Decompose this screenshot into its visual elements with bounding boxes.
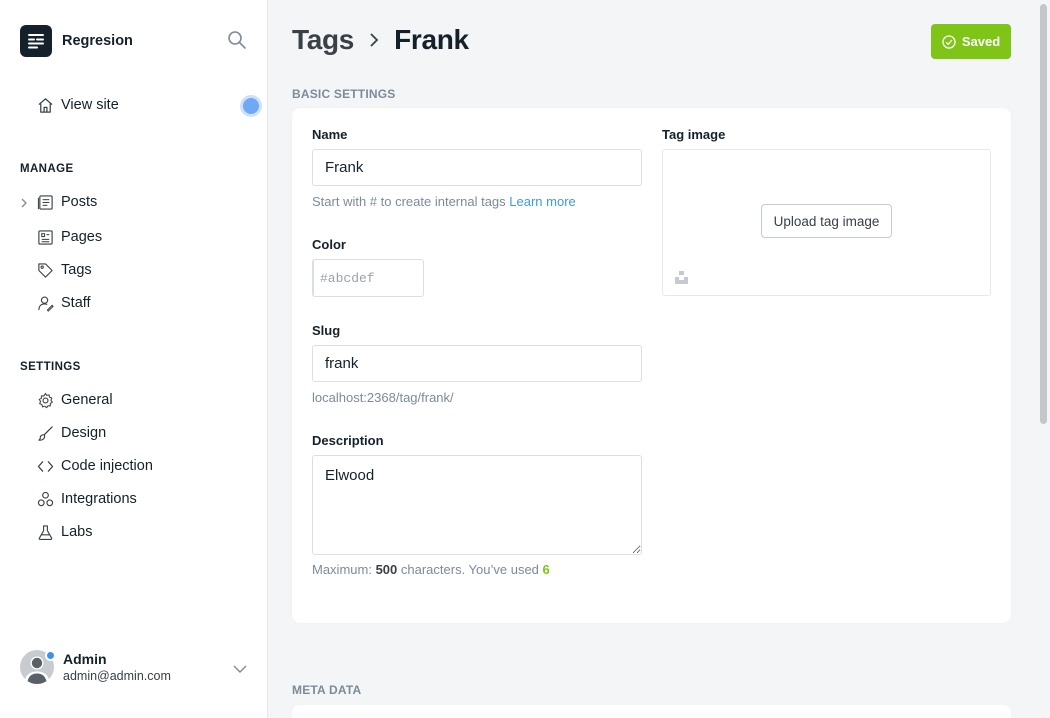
- sidebar: Regresion View site MANAGE Posts Pages T…: [0, 0, 268, 718]
- name-label: Name: [312, 127, 348, 142]
- brand-logo-icon: [20, 25, 52, 57]
- sidebar-item-code-injection[interactable]: Code injection: [36, 457, 153, 475]
- learn-more-link[interactable]: Learn more: [509, 194, 575, 209]
- view-site-label: View site: [61, 97, 119, 113]
- user-email: admin@admin.com: [63, 669, 171, 683]
- gear-icon: [36, 391, 54, 409]
- breadcrumb: Tags Frank: [292, 24, 469, 56]
- user-name: Admin: [63, 651, 107, 667]
- sidebar-item-label: Code injection: [61, 458, 153, 474]
- sidebar-item-staff[interactable]: Staff: [36, 294, 91, 312]
- user-menu[interactable]: Admin admin@admin.com: [20, 650, 171, 684]
- flask-icon: [36, 523, 54, 541]
- color-hex-input[interactable]: [314, 260, 488, 296]
- view-site-status-dot: [240, 95, 262, 117]
- settings-title: SETTINGS: [20, 361, 81, 373]
- color-label: Color: [312, 237, 346, 252]
- posts-expand-chevron-icon[interactable]: [19, 196, 29, 208]
- code-icon: [36, 457, 54, 475]
- main-content: Tags Frank Saved BASIC SETTINGS Name Sta…: [268, 0, 1036, 718]
- sidebar-item-pages[interactable]: Pages: [36, 228, 102, 246]
- view-site-link[interactable]: View site: [36, 96, 119, 114]
- chevron-right-icon: [366, 29, 382, 51]
- basic-settings-title: BASIC SETTINGS: [292, 87, 396, 101]
- brush-icon: [36, 424, 54, 442]
- slug-url: localhost:2368/tag/frank/: [312, 390, 454, 405]
- posts-icon: [36, 193, 54, 211]
- sidebar-item-label: Integrations: [61, 491, 137, 507]
- tag-icon: [36, 261, 54, 279]
- chevron-down-icon[interactable]: [232, 662, 248, 674]
- scrollbar[interactable]: [1036, 0, 1050, 718]
- name-input[interactable]: [312, 149, 642, 186]
- desc-max: 500: [375, 562, 398, 577]
- name-hint: Start with # to create internal tags Lea…: [312, 194, 576, 209]
- slug-label: Slug: [312, 323, 341, 338]
- meta-data-card: [292, 705, 1011, 718]
- notification-dot: [45, 650, 56, 661]
- home-icon: [36, 96, 54, 114]
- unsplash-icon[interactable]: [675, 271, 688, 284]
- meta-data-title: META DATA: [292, 683, 362, 697]
- scrollbar-thumb[interactable]: [1040, 4, 1047, 424]
- check-circle-icon: [942, 34, 956, 49]
- sidebar-item-label: Labs: [61, 524, 93, 540]
- desc-hint-mid: characters. You’ve used: [397, 562, 543, 577]
- sidebar-item-label: Pages: [61, 229, 103, 245]
- sidebar-item-label: Design: [61, 425, 107, 441]
- breadcrumb-tags-link[interactable]: Tags: [292, 24, 354, 56]
- sidebar-item-general[interactable]: General: [36, 391, 113, 409]
- description-hint: Maximum: 500 characters. You’ve used 6: [312, 562, 550, 577]
- description-label: Description: [312, 433, 384, 448]
- sidebar-item-label: General: [61, 392, 113, 408]
- sidebar-item-design[interactable]: Design: [36, 424, 106, 442]
- sidebar-item-integrations[interactable]: Integrations: [36, 490, 137, 508]
- desc-hint-prefix: Maximum:: [312, 562, 376, 577]
- sidebar-item-label: Tags: [61, 262, 92, 278]
- slug-input[interactable]: [312, 345, 642, 382]
- sidebar-item-posts[interactable]: Posts: [36, 193, 97, 211]
- name-hint-text: Start with # to create internal tags: [312, 194, 506, 209]
- sidebar-item-labs[interactable]: Labs: [36, 523, 92, 541]
- basic-settings-card: Name Start with # to create internal tag…: [292, 108, 1011, 623]
- save-button[interactable]: Saved: [931, 24, 1011, 59]
- integrations-icon: [36, 490, 54, 508]
- site-title: Regresion: [62, 33, 133, 49]
- desc-used-count: 6: [542, 562, 550, 577]
- manage-title: MANAGE: [20, 163, 74, 175]
- pages-icon: [36, 228, 54, 246]
- brand[interactable]: Regresion: [20, 25, 133, 57]
- sidebar-item-label: Staff: [61, 295, 91, 311]
- sidebar-item-label: Posts: [61, 194, 98, 210]
- color-picker: [312, 259, 488, 297]
- sidebar-item-tags[interactable]: Tags: [36, 261, 92, 279]
- description-textarea[interactable]: Elwood: [312, 455, 642, 555]
- staff-icon: [36, 294, 54, 312]
- tag-image-dropzone[interactable]: Upload tag image: [662, 149, 991, 296]
- upload-tag-image-button[interactable]: Upload tag image: [761, 204, 892, 238]
- save-button-label: Saved: [961, 34, 1001, 49]
- tag-image-label: Tag image: [662, 127, 726, 142]
- page-title: Frank: [394, 24, 469, 55]
- search-icon[interactable]: [227, 30, 249, 52]
